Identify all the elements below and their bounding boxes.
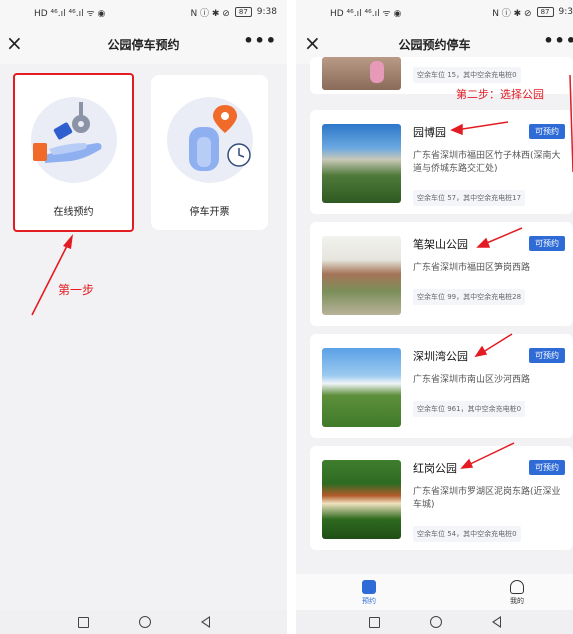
recent-apps-icon[interactable]	[368, 616, 380, 628]
recent-apps-icon[interactable]	[77, 616, 89, 628]
system-nav-bar	[0, 610, 287, 634]
annotation-arrows-icon	[450, 74, 573, 469]
home-icon[interactable]	[138, 616, 151, 628]
booking-tab-icon	[362, 580, 376, 594]
step-one-annotation: 第一步	[58, 283, 95, 297]
tab-mine-label: 我的	[510, 597, 524, 605]
tab-bar: 预约 我的	[296, 574, 573, 610]
tab-booking[interactable]: 预约	[354, 580, 384, 606]
tab-mine[interactable]: 我的	[502, 580, 532, 606]
park-list-screen: HD ⁴⁶.ıl ⁴⁶.ıl ᯤ ◉ N ⓘ ✱ ⊘ 87 9:3 × 公园预约…	[296, 0, 573, 634]
annotation-arrow-icon	[31, 234, 73, 316]
composite-screenshot: HD ⁴⁶.ıl ⁴⁶.ıl ᯤ ◉ N ⓘ ✱ ⊘ 87 9:38 × 公园停…	[0, 0, 573, 634]
back-icon[interactable]	[491, 616, 501, 628]
system-nav-bar	[296, 610, 573, 634]
screen-divider	[287, 0, 296, 634]
home-icon[interactable]	[429, 616, 442, 628]
home-screen: HD ⁴⁶.ıl ⁴⁶.ıl ᯤ ◉ N ⓘ ✱ ⊘ 87 9:38 × 公园停…	[0, 0, 287, 634]
profile-tab-icon	[510, 580, 524, 594]
back-icon[interactable]	[200, 616, 210, 628]
tab-booking-label: 预约	[362, 597, 376, 605]
